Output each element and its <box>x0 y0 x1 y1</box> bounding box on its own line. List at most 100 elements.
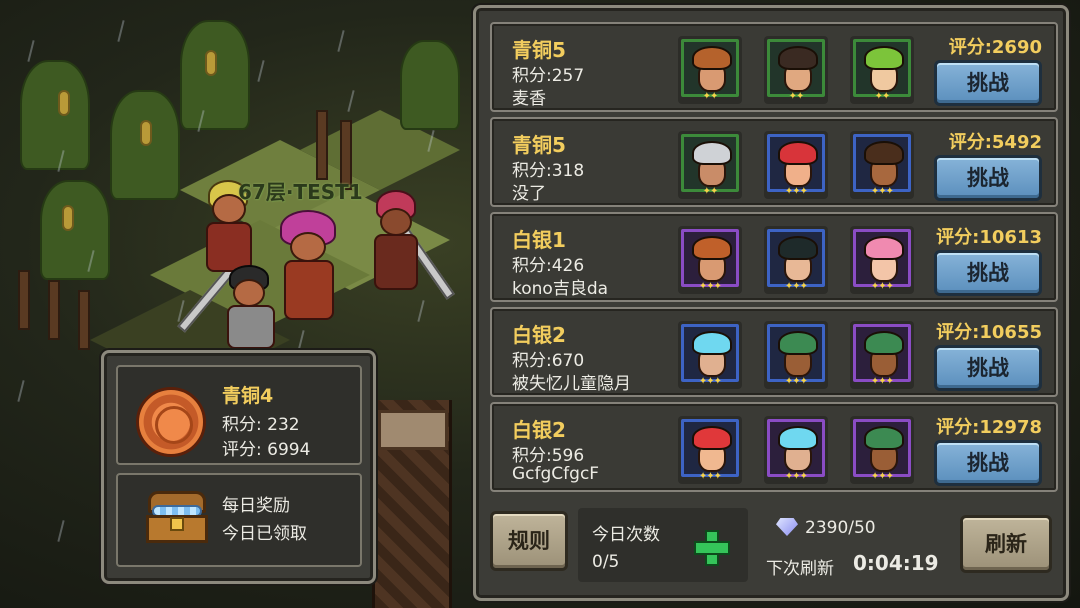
opponent-points: 积分:426 <box>512 256 585 276</box>
challenge-button[interactable]: 挑战 <box>934 345 1042 391</box>
rain-streak <box>337 30 345 52</box>
fence-post <box>48 280 60 340</box>
star-icon: ✦✦ <box>874 91 891 102</box>
refresh-button[interactable]: 刷新 <box>960 515 1052 573</box>
star-icon: ✦✦✦ <box>784 471 808 482</box>
opponent-points: 积分:670 <box>512 351 585 371</box>
player-info-panel: 青铜4 积分: 232 评分: 6994 每日奖励 今日已领取 <box>101 350 376 584</box>
hero-slot[interactable]: ✦✦ <box>764 36 828 104</box>
opponent-score: 评分:2690 <box>948 37 1042 58</box>
star-icon: ✦✦✦ <box>870 376 894 387</box>
opponent-row: 青铜5 积分:318 没了 评分:5492 挑战 ✦✦ ✦✦✦ ✦✦✦ <box>490 117 1058 207</box>
corn-plant <box>40 180 110 280</box>
corn-plant <box>20 60 90 170</box>
fence-post <box>316 110 328 180</box>
hero-slot[interactable]: ✦✦✦ <box>764 416 828 484</box>
hero-slot[interactable]: ✦✦✦ <box>678 321 742 389</box>
opponent-score: 评分:10655 <box>936 322 1042 343</box>
hero-slot[interactable]: ✦✦ <box>850 36 914 104</box>
fence-post <box>18 270 30 330</box>
hero-slot[interactable]: ✦✦✦ <box>764 131 828 199</box>
hero-portrait <box>681 39 739 97</box>
corn-cob <box>140 120 152 146</box>
opponent-tier: 白银2 <box>512 323 566 347</box>
rain-streak <box>257 60 265 82</box>
watchtower-roof <box>378 410 448 450</box>
hero-slot[interactable]: ✦✦✦ <box>850 416 914 484</box>
corn-plant <box>180 20 250 130</box>
hero-portrait <box>767 324 825 382</box>
hero-slot[interactable]: ✦✦✦ <box>850 321 914 389</box>
hero-portrait <box>853 134 911 192</box>
opponent-tier: 青铜5 <box>512 133 566 157</box>
rank-points: 积分: 232 <box>222 415 300 435</box>
opponent-name: 麦香 <box>512 89 546 109</box>
star-icon: ✦✦✦ <box>870 186 894 197</box>
challenge-button[interactable]: 挑战 <box>934 250 1042 296</box>
rain-streak <box>297 330 305 352</box>
hero-slot[interactable]: ✦✦✦ <box>764 321 828 389</box>
star-icon: ✦✦ <box>788 91 805 102</box>
rain-streak <box>27 40 35 62</box>
challenge-button[interactable]: 挑战 <box>934 155 1042 201</box>
star-icon: ✦✦✦ <box>784 376 808 387</box>
hero-slot[interactable]: ✦✦✦ <box>850 226 914 294</box>
daily-reward-card[interactable]: 每日奖励 今日已领取 <box>116 473 362 567</box>
hero-portrait <box>767 134 825 192</box>
opponent-row: 白银2 积分:596 GcfgCfgcF 评分:12978 挑战 ✦✦✦ ✦✦✦ ✦✦✦ <box>490 402 1058 492</box>
hero-portrait <box>853 419 911 477</box>
hero-slot[interactable]: ✦✦✦ <box>678 416 742 484</box>
hero-portrait <box>853 39 911 97</box>
opponent-tier: 白银2 <box>512 418 566 442</box>
corn-cob <box>205 50 217 76</box>
plus-icon[interactable] <box>694 530 730 566</box>
rain-streak <box>347 90 355 112</box>
star-icon: ✦✦✦ <box>698 281 722 292</box>
rank-card: 青铜4 积分: 232 评分: 6994 <box>116 365 362 465</box>
rain-streak <box>17 380 25 402</box>
hero-slot[interactable]: ✦✦ <box>678 131 742 199</box>
hero-slot[interactable]: ✦✦✦ <box>678 226 742 294</box>
star-icon: ✦✦✦ <box>784 186 808 197</box>
hero-portrait <box>767 39 825 97</box>
star-icon: ✦✦✦ <box>784 281 808 292</box>
hero-slot[interactable]: ✦✦✦ <box>764 226 828 294</box>
daily-reward-title: 每日奖励 <box>222 496 290 516</box>
rules-button[interactable]: 规则 <box>490 511 568 571</box>
next-refresh-timer: 0:04:19 <box>853 551 939 575</box>
hero-portrait <box>767 419 825 477</box>
opponent-score: 评分:12978 <box>936 417 1042 438</box>
hero-portrait <box>853 229 911 287</box>
attempts-box: 今日次数 0/5 <box>578 508 748 582</box>
hero-portrait <box>681 229 739 287</box>
opponent-name: kono吉良da <box>512 279 609 299</box>
opponent-points: 积分:318 <box>512 161 585 181</box>
treasure-chest-icon <box>144 485 210 545</box>
challenge-button[interactable]: 挑战 <box>934 60 1042 106</box>
rain-streak <box>117 20 125 42</box>
opponent-name: 被失忆儿童隐月 <box>512 374 631 394</box>
corn-cob <box>58 90 70 116</box>
opponent-tier: 白银1 <box>512 228 566 252</box>
rain-streak <box>57 520 65 542</box>
daily-reward-status: 今日已领取 <box>222 524 307 544</box>
opponent-points: 积分:257 <box>512 66 585 86</box>
opponent-points: 积分:596 <box>512 446 585 466</box>
attempts-label: 今日次数 <box>592 525 660 545</box>
star-icon: ✦✦✦ <box>870 281 894 292</box>
opponent-score: 评分:5492 <box>948 132 1042 153</box>
opponent-score: 评分:10613 <box>936 227 1042 248</box>
hero-slot[interactable]: ✦✦✦ <box>850 131 914 199</box>
hero-slot[interactable]: ✦✦ <box>678 36 742 104</box>
star-icon: ✦✦✦ <box>698 471 722 482</box>
hero-portrait <box>767 229 825 287</box>
corn-cob <box>62 205 74 231</box>
star-icon: ✦✦✦ <box>698 376 722 387</box>
hero-portrait <box>681 419 739 477</box>
hero-portrait <box>681 134 739 192</box>
attempts-value: 0/5 <box>592 552 620 572</box>
challenge-button[interactable]: 挑战 <box>934 440 1042 486</box>
star-icon: ✦✦✦ <box>870 471 894 482</box>
opponent-name: 没了 <box>512 184 546 204</box>
hero-portrait <box>853 324 911 382</box>
